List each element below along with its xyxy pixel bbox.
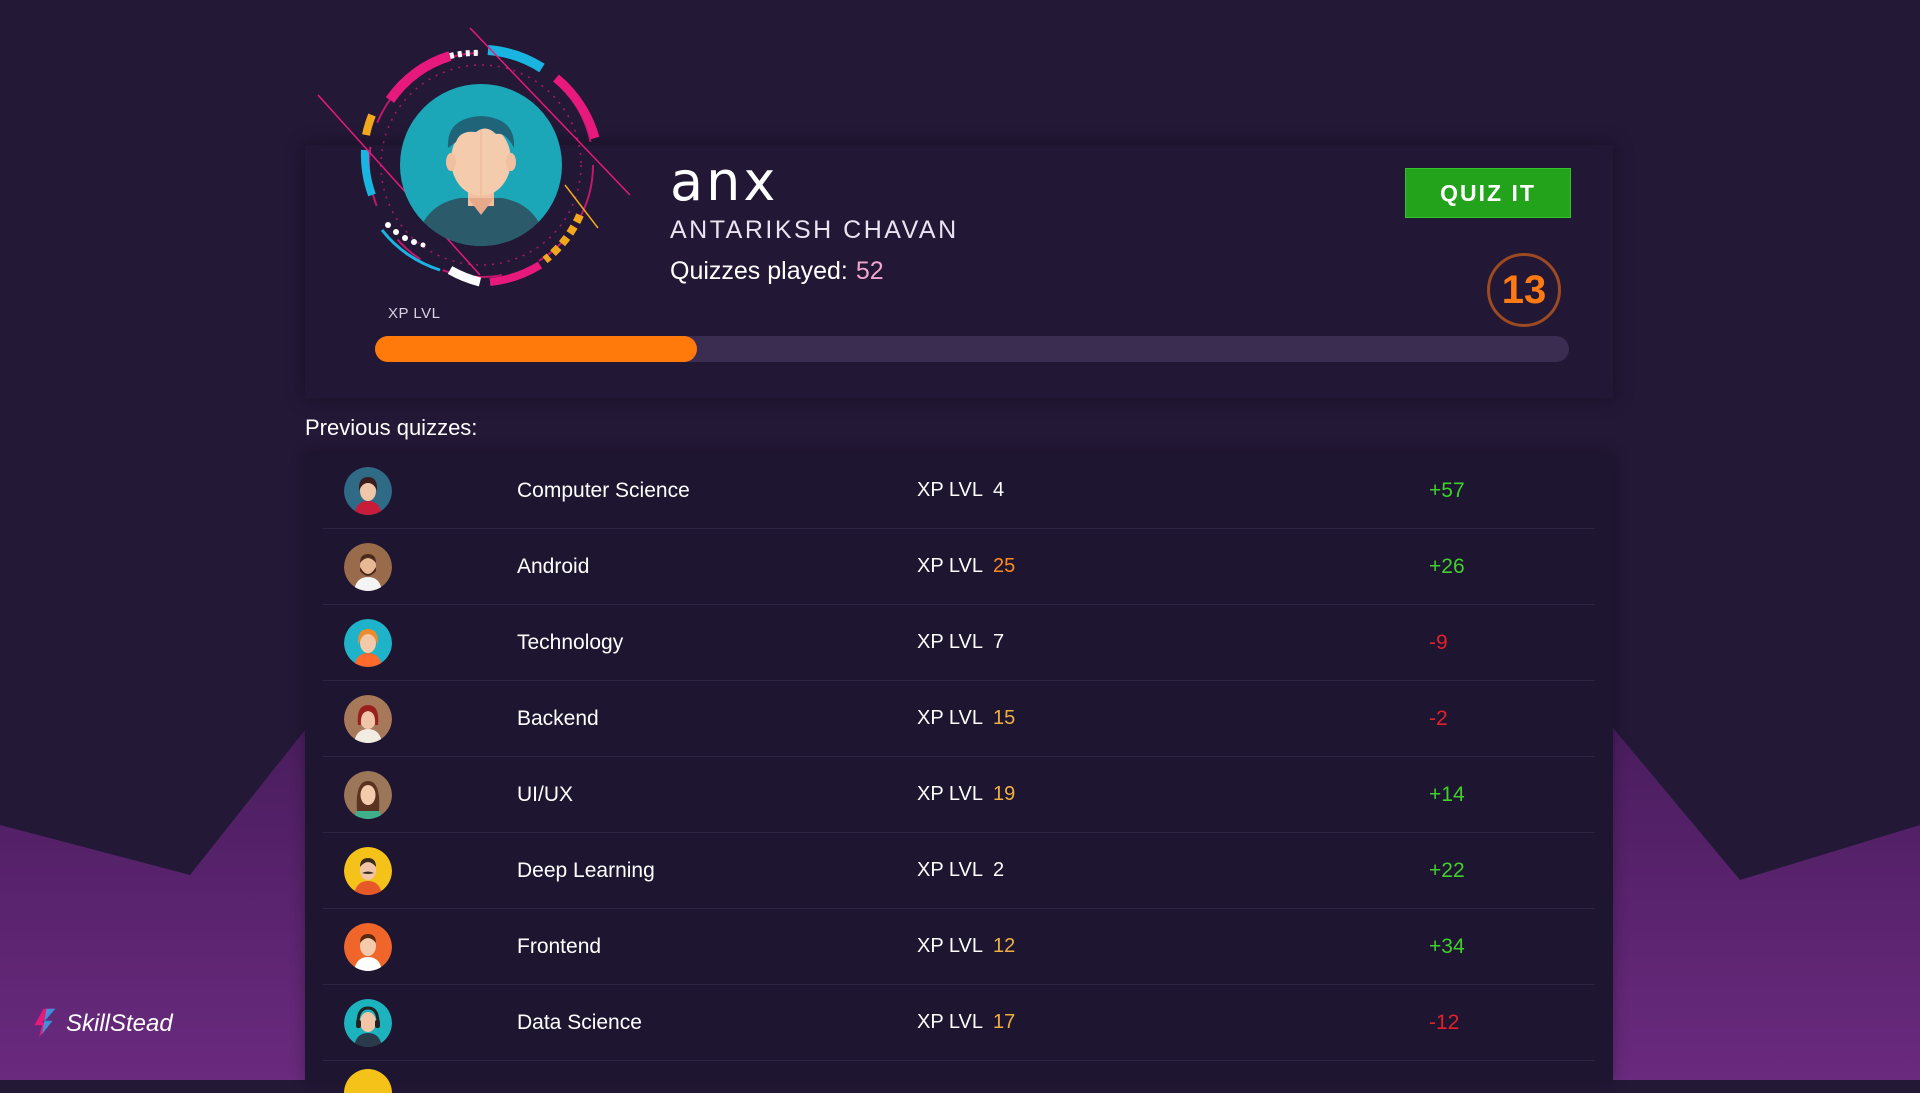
xp-level-label: XP LVL [917,783,983,805]
xp-level-value: 4 [992,479,1005,501]
xp-delta: +22 [1429,859,1465,882]
quiz-subject: Frontend [517,935,602,958]
username: anx [670,150,779,213]
quiz-xp-level: XP LVL 7 [917,605,1004,680]
next-row-avatar-partial [344,1069,392,1093]
xp-delta: +14 [1429,783,1465,806]
quiz-subject: Android [517,555,590,578]
xp-level-label: XP LVL [917,935,983,957]
xp-progress-fill [375,336,698,362]
quiz-xp-level: XP LVL 4 [917,453,1004,528]
xp-level-value: 19 [992,783,1016,805]
xp-level-value: 25 [992,555,1016,577]
xp-level-label: XP LVL [917,631,983,653]
quiz-it-button[interactable]: QUIZ IT [1405,168,1571,218]
xp-level-label: XP LVL [917,1011,983,1033]
man-mustache-avatar-icon [344,847,392,895]
xp-progress-bar [375,336,1569,362]
xp-delta: +57 [1429,479,1465,502]
list-item[interactable]: UI/UX XP LVL 19 +14 [323,757,1595,833]
quiz-subject: Computer Science [517,479,690,502]
profile-avatar [317,27,631,287]
bearded-man-avatar-icon [344,543,392,591]
list-item[interactable]: Frontend XP LVL 12 +34 [323,909,1595,985]
quiz-subject: Data Science [517,1011,642,1034]
xp-level-label: XP LVL [917,479,983,501]
quiz-subject: Deep Learning [517,859,655,882]
xp-level-label: XP LVL [388,305,441,322]
quizzes-played: Quizzes played: 52 [670,257,884,286]
list-item[interactable]: Technology XP LVL 7 -9 [323,605,1595,681]
xp-level-value: 2 [992,859,1005,881]
xp-level-value: 7 [992,631,1005,653]
quiz-xp-level: XP LVL 25 [917,529,1015,604]
xp-level-value: 15 [992,707,1016,729]
full-name: ANTARIKSH CHAVAN [670,216,959,244]
xp-delta: -9 [1429,631,1448,654]
xp-level-value: 12 [992,935,1016,957]
man-orange-background-avatar-icon [344,923,392,971]
quizzes-played-count: 52 [855,257,884,285]
woman-long-hair-avatar-icon [344,771,392,819]
woman-orange-hair-avatar-icon [344,619,392,667]
list-item[interactable]: Data Science XP LVL 17 -12 [323,985,1595,1061]
quizzes-played-label: Quizzes played: [670,257,848,285]
list-item[interactable]: Deep Learning XP LVL 2 +22 [323,833,1595,909]
xp-level-label: XP LVL [917,555,983,577]
xp-level-value: 17 [992,1011,1016,1033]
xp-delta: +26 [1429,555,1465,578]
man-headphones-avatar-icon [344,999,392,1047]
brand-name: SkillStead [66,1010,173,1037]
xp-delta: -2 [1429,707,1448,730]
quiz-subject: UI/UX [517,783,574,806]
quiz-xp-level: XP LVL 12 [917,909,1015,984]
xp-delta: -12 [1429,1011,1460,1034]
level-badge: 13 [1487,253,1561,327]
previous-quizzes-list: Computer Science XP LVL 4 +57 Android XP … [305,453,1613,1093]
list-item[interactable]: Android XP LVL 25 +26 [323,529,1595,605]
list-item[interactable]: Backend XP LVL 15 -2 [323,681,1595,757]
xp-delta: +34 [1429,935,1465,958]
quiz-xp-level: XP LVL 17 [917,985,1015,1060]
xp-level-label: XP LVL [917,859,983,881]
quiz-subject: Backend [517,707,599,730]
skillstead-logo-icon [34,1008,56,1038]
quiz-xp-level: XP LVL 2 [917,833,1004,908]
list-item[interactable]: Computer Science XP LVL 4 +57 [323,453,1595,529]
quiz-subject: Technology [517,631,624,654]
quiz-xp-level: XP LVL 15 [917,681,1015,756]
woman-red-hair-avatar-icon [344,695,392,743]
quiz-xp-level: XP LVL 19 [917,757,1015,832]
previous-quizzes-title: Previous quizzes: [305,415,478,440]
xp-level-label: XP LVL [917,707,983,729]
woman-dark-hair-avatar-icon [344,467,392,515]
